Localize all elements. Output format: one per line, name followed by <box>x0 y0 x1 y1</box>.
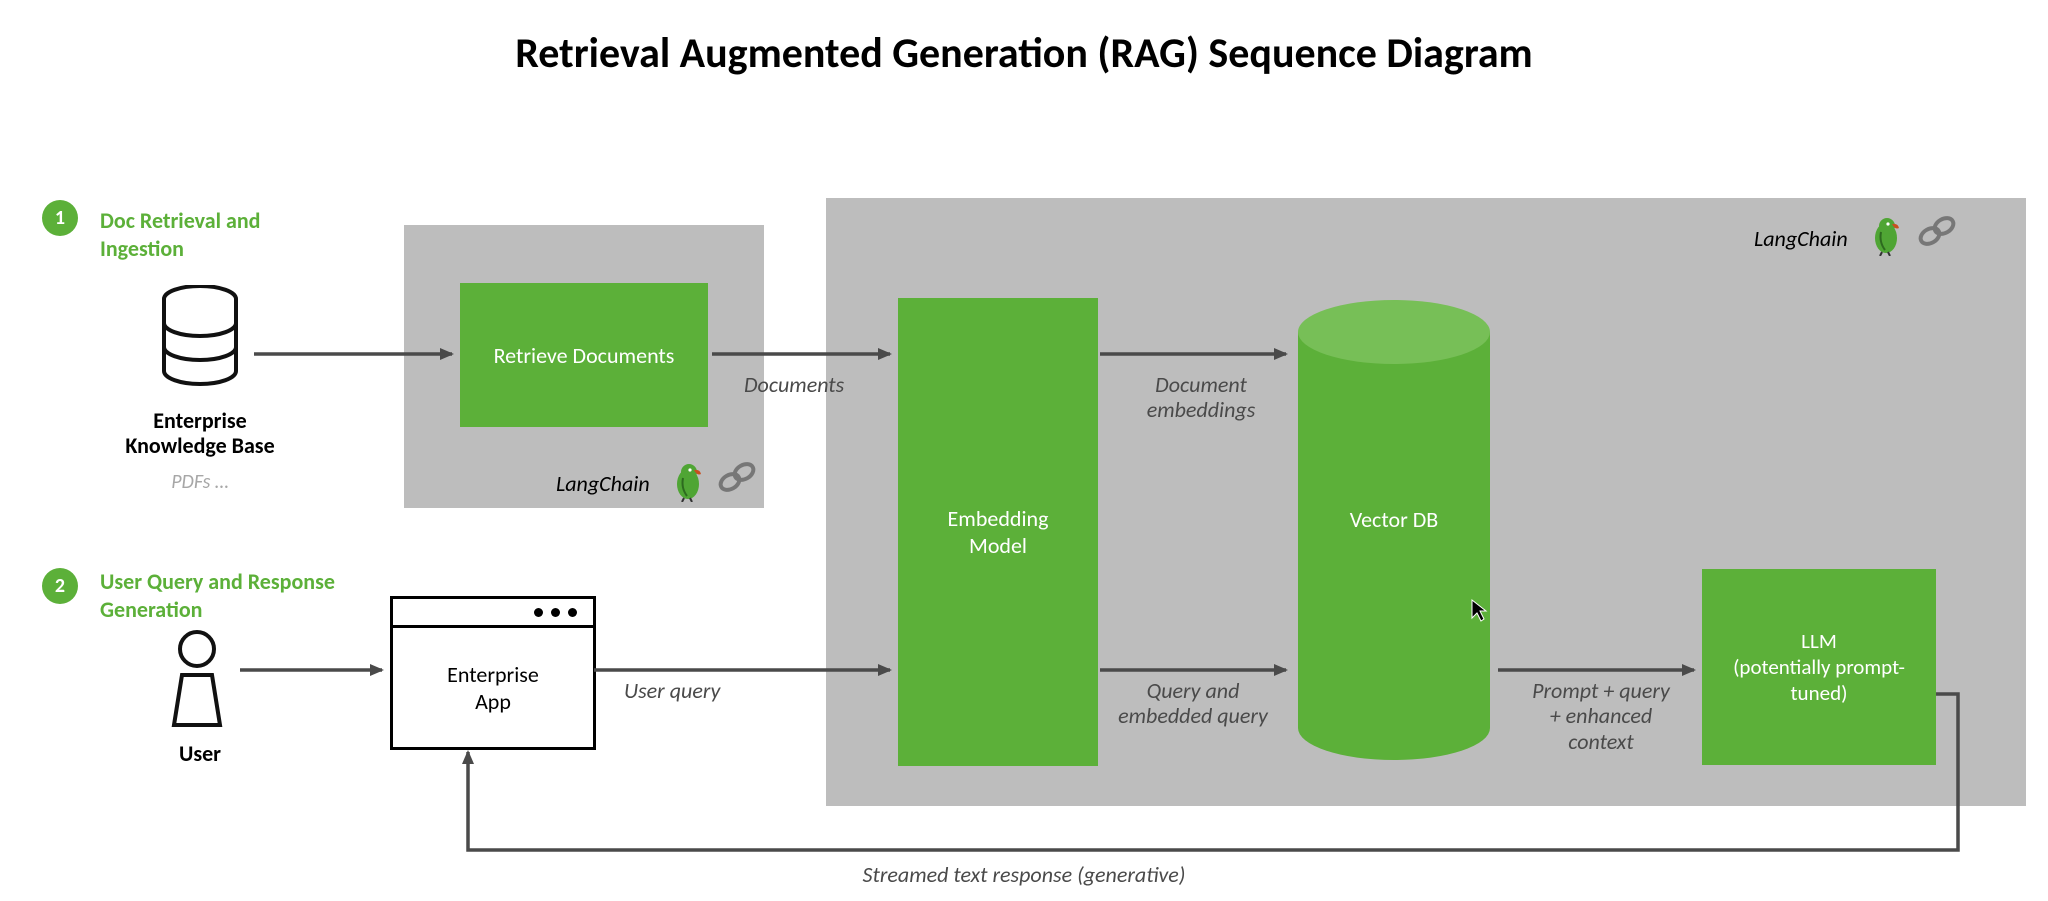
flow-document-embeddings: Document embeddings <box>1116 372 1286 423</box>
flow-query-embedded: Query and embedded query <box>1098 678 1288 729</box>
flow-user-query: User query <box>624 678 720 703</box>
arrows-layer <box>0 0 2048 901</box>
flow-documents: Documents <box>744 372 844 397</box>
flow-response: Streamed text response (generative) <box>0 862 2048 887</box>
flow-prompt-context: Prompt + query + enhanced context <box>1506 678 1696 754</box>
